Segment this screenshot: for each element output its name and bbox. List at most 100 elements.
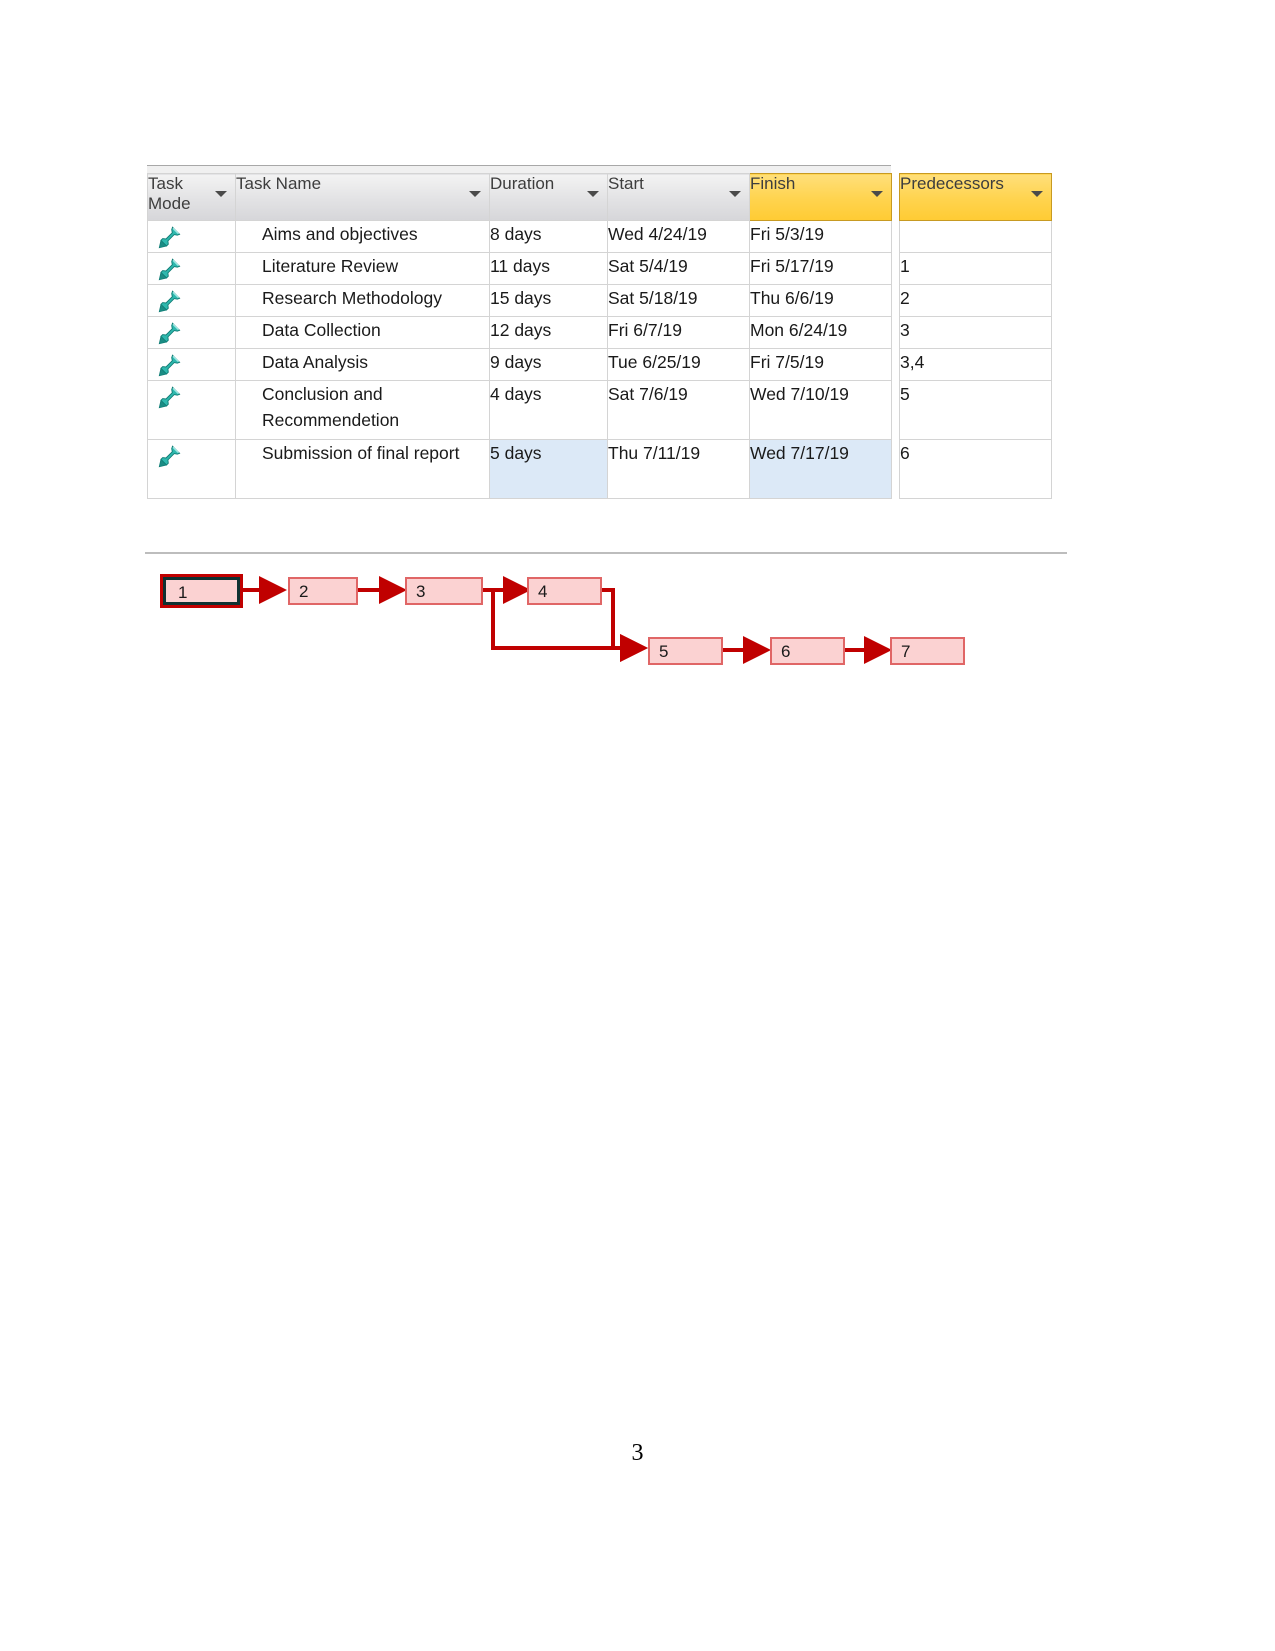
table-row[interactable]: 6	[899, 439, 1052, 499]
table-row[interactable]: Conclusion and Recommendetion 4 days Sat…	[147, 380, 892, 440]
cell-task-name[interactable]: Research Methodology	[235, 284, 490, 317]
predecessors-grid-body: 1 2 3 3,4 5 6	[899, 220, 1052, 499]
network-node-2-label: 2	[299, 582, 309, 601]
cell-task-mode[interactable]	[147, 284, 236, 317]
column-header-duration-label: Duration	[490, 174, 555, 193]
network-node-7[interactable]: 7	[890, 637, 965, 665]
network-node-2[interactable]: 2	[288, 577, 358, 605]
table-row[interactable]: Aims and objectives 8 days Wed 4/24/19 F…	[147, 220, 892, 253]
cell-start[interactable]: Thu 7/11/19	[607, 439, 750, 499]
table-row[interactable]: Literature Review 11 days Sat 5/4/19 Fri…	[147, 252, 892, 285]
column-header-task-mode[interactable]: Task Mode	[147, 173, 236, 221]
table-row[interactable]: 1	[899, 252, 1052, 285]
predecessors-grid: Predecessors 1 2 3 3,4 5 6	[899, 173, 1052, 499]
cell-duration[interactable]: 15 days	[489, 284, 608, 317]
cell-duration[interactable]: 8 days	[489, 220, 608, 253]
cell-duration[interactable]: 11 days	[489, 252, 608, 285]
network-node-6-label: 6	[781, 642, 791, 661]
pushpin-icon	[158, 445, 181, 468]
table-row[interactable]: 3,4	[899, 348, 1052, 381]
column-header-task-name[interactable]: Task Name	[235, 173, 490, 221]
cell-task-mode[interactable]	[147, 348, 236, 381]
cell-predecessors[interactable]: 1	[899, 252, 1052, 285]
cell-finish[interactable]: Wed 7/17/19	[749, 439, 892, 499]
cell-start[interactable]: Fri 6/7/19	[607, 316, 750, 349]
task-grid: Task Mode Task Name Duration Start Finis…	[147, 173, 892, 499]
cell-task-mode[interactable]	[147, 252, 236, 285]
cell-duration[interactable]: 5 days	[489, 439, 608, 499]
column-header-task-name-label: Task Name	[236, 174, 322, 193]
network-diagram: 1 2 3 4 5 6 7	[0, 540, 1275, 720]
cell-finish[interactable]: Fri 5/3/19	[749, 220, 892, 253]
table-row[interactable]: Data Collection 12 days Fri 6/7/19 Mon 6…	[147, 316, 892, 349]
table-row[interactable]	[899, 220, 1052, 253]
cell-start[interactable]: Wed 4/24/19	[607, 220, 750, 253]
table-row[interactable]: 2	[899, 284, 1052, 317]
cell-task-mode[interactable]	[147, 380, 236, 440]
network-node-3[interactable]: 3	[405, 577, 483, 605]
column-header-finish[interactable]: Finish	[749, 173, 892, 221]
cell-predecessors[interactable]	[899, 220, 1052, 253]
cell-duration[interactable]: 12 days	[489, 316, 608, 349]
cell-task-name[interactable]: Literature Review	[235, 252, 490, 285]
sort-arrow-icon[interactable]	[871, 191, 883, 197]
table-row[interactable]: 5	[899, 380, 1052, 440]
network-node-6[interactable]: 6	[770, 637, 845, 665]
cell-finish[interactable]: Fri 5/17/19	[749, 252, 892, 285]
task-grid-body: Aims and objectives 8 days Wed 4/24/19 F…	[147, 220, 892, 499]
table-row[interactable]: Submission of final report 5 days Thu 7/…	[147, 439, 892, 499]
cell-finish[interactable]: Mon 6/24/19	[749, 316, 892, 349]
network-node-1[interactable]: 1	[163, 577, 240, 605]
cell-start[interactable]: Sat 7/6/19	[607, 380, 750, 440]
column-header-duration[interactable]: Duration	[489, 173, 608, 221]
column-header-task-mode-label: Task Mode	[148, 174, 191, 213]
sort-arrow-icon[interactable]	[1031, 191, 1043, 197]
cell-task-mode[interactable]	[147, 316, 236, 349]
sort-arrow-icon[interactable]	[587, 191, 599, 197]
network-node-5-label: 5	[659, 642, 669, 661]
cell-task-name[interactable]: Data Collection	[235, 316, 490, 349]
cell-duration[interactable]: 4 days	[489, 380, 608, 440]
cell-task-mode[interactable]	[147, 220, 236, 253]
cell-task-mode[interactable]	[147, 439, 236, 499]
cell-start[interactable]: Sat 5/18/19	[607, 284, 750, 317]
column-header-finish-label: Finish	[750, 174, 796, 193]
cell-task-name[interactable]: Aims and objectives	[235, 220, 490, 253]
cell-start[interactable]: Tue 6/25/19	[607, 348, 750, 381]
cell-finish[interactable]: Thu 6/6/19	[749, 284, 892, 317]
cell-predecessors[interactable]: 5	[899, 380, 1052, 440]
network-node-7-label: 7	[901, 642, 911, 661]
cell-duration[interactable]: 9 days	[489, 348, 608, 381]
cell-task-name[interactable]: Submission of final report	[235, 439, 490, 499]
cell-predecessors[interactable]: 3,4	[899, 348, 1052, 381]
sort-arrow-icon[interactable]	[215, 191, 227, 197]
pushpin-icon	[158, 290, 181, 313]
network-node-4-label: 4	[538, 582, 548, 601]
column-header-start[interactable]: Start	[607, 173, 750, 221]
cell-predecessors[interactable]: 6	[899, 439, 1052, 499]
network-node-4[interactable]: 4	[527, 577, 602, 605]
cell-predecessors[interactable]: 2	[899, 284, 1052, 317]
cell-finish[interactable]: Fri 7/5/19	[749, 348, 892, 381]
cell-task-name[interactable]: Conclusion and Recommendetion	[235, 380, 490, 440]
column-header-predecessors[interactable]: Predecessors	[899, 173, 1052, 221]
sort-arrow-icon[interactable]	[729, 191, 741, 197]
page-number: 3	[631, 1440, 644, 1466]
cell-task-name[interactable]: Data Analysis	[235, 348, 490, 381]
table-row[interactable]: 3	[899, 316, 1052, 349]
sort-arrow-icon[interactable]	[469, 191, 481, 197]
network-node-5[interactable]: 5	[648, 637, 723, 665]
pushpin-icon	[158, 258, 181, 281]
cell-start[interactable]: Sat 5/4/19	[607, 252, 750, 285]
link-4-5	[602, 588, 648, 662]
cell-predecessors[interactable]: 3	[899, 316, 1052, 349]
table-header-row: Task Mode Task Name Duration Start Finis…	[147, 173, 892, 221]
cell-finish[interactable]: Wed 7/10/19	[749, 380, 892, 440]
pushpin-icon	[158, 322, 181, 345]
predecessors-header-row: Predecessors	[899, 173, 1052, 221]
pushpin-icon	[158, 354, 181, 377]
network-node-3-label: 3	[416, 582, 426, 601]
table-row[interactable]: Research Methodology 15 days Sat 5/18/19…	[147, 284, 892, 317]
column-header-predecessors-label: Predecessors	[900, 174, 1004, 193]
table-row[interactable]: Data Analysis 9 days Tue 6/25/19 Fri 7/5…	[147, 348, 892, 381]
